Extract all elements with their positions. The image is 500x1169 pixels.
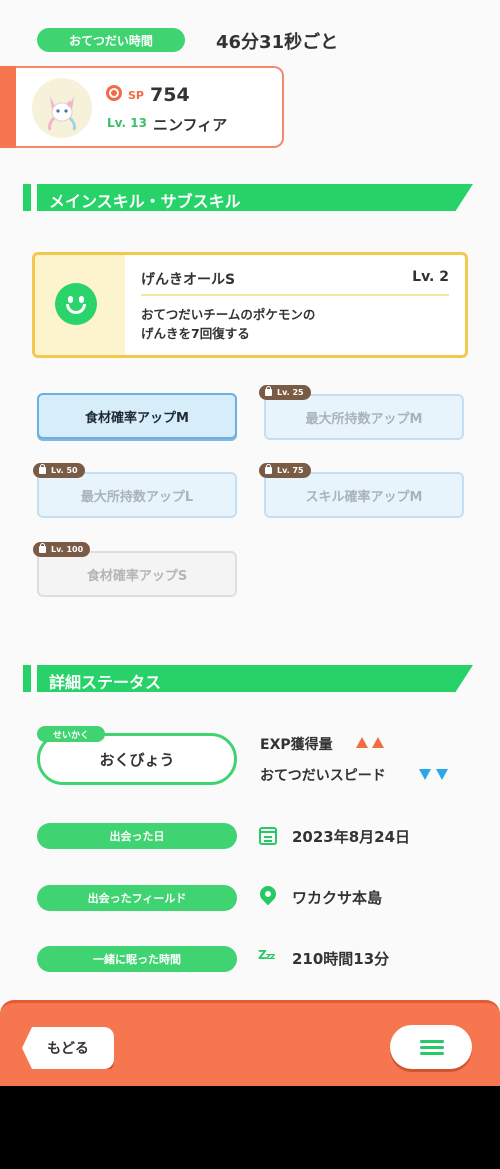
main-skill-desc-line1: おてつだいチームのポケモンの [141,307,316,322]
met-field-value: ワカクサ本島 [292,889,383,907]
sleep-zzz-icon: Zzz [258,948,275,962]
lock-icon [39,543,46,553]
lock-badge-lv100: Lv. 100 [33,542,91,557]
met-date-label: 出会った日 [37,823,237,849]
sp-label: SP [128,89,144,102]
sub-skill-5[interactable]: 食材確率アップS [37,551,237,597]
skills-section-header: メインスキル・サブスキル [23,184,473,211]
pokemon-name: ニンフィア [153,116,228,134]
met-date-value: 2023年8月24日 [292,828,411,846]
main-skill-icon-area [35,255,125,355]
main-skill-desc-line2: げんきを7回復する [141,326,250,341]
calendar-icon [259,827,277,845]
main-skill-name: げんきオールS [141,272,236,288]
sp-value: 754 [150,84,190,106]
help-time-label: おてつだい時間 [37,28,185,52]
back-button[interactable]: もどる [22,1027,114,1069]
sub-skill-4[interactable]: スキル確率アップM [264,472,464,518]
lock-badge-lv50: Lv. 50 [33,463,85,478]
nature-down-stat: おてつだいスピード [260,768,386,784]
bottom-bar: もどる [0,1000,500,1086]
menu-icon [420,1040,444,1043]
card-accent [0,66,16,148]
main-skill-description: おてつだいチームのポケモンの げんきを7回復する [141,305,315,343]
up-arrow-icon [356,737,368,748]
lock-level: Lv. 25 [277,388,304,397]
location-pin-icon [256,882,280,906]
lock-level: Lv. 100 [51,545,84,554]
up-arrow-icon [372,737,384,748]
sub-skill-2[interactable]: 最大所持数アップM [264,394,464,440]
met-field-label: 出会ったフィールド [37,885,237,911]
lock-icon [39,464,46,474]
pokeball-icon [106,85,122,101]
pokemon-detail-screen: おてつだい時間 46分31秒ごと SP 754 Lv. 13 ニンフィア メイン… [0,0,500,1086]
main-skill-card[interactable]: げんきオールS Lv. 2 おてつだいチームのポケモンの げんきを7回復する [32,252,468,358]
lock-icon [265,464,272,474]
smile-icon [55,283,97,325]
sub-skill-1[interactable]: 食材確率アップM [37,393,237,439]
details-section-header: 詳細ステータス [23,665,473,692]
pokemon-avatar [32,78,92,138]
down-arrow-icon [419,769,431,780]
lock-icon [265,386,272,396]
sylveon-icon [48,96,76,131]
divider [141,294,449,296]
main-skill-level: Lv. 2 [412,269,449,285]
help-time-value: 46分31秒ごと [216,32,339,53]
header-bar [23,665,31,692]
down-arrow-icon [436,769,448,780]
menu-button[interactable] [390,1025,472,1069]
lock-level: Lv. 75 [277,466,304,475]
pokemon-card[interactable]: SP 754 Lv. 13 ニンフィア [0,66,284,148]
details-section-title: 詳細ステータス [49,673,162,692]
nature-up-stat: EXP獲得量 [260,737,333,753]
sleep-time-label: 一緒に眠った時間 [37,946,237,972]
lock-level: Lv. 50 [51,466,78,475]
pokemon-level: Lv. 13 [107,116,147,130]
skills-section-title: メインスキル・サブスキル [49,192,241,211]
nature-tag: せいかく [37,726,105,742]
header-bar [23,184,31,211]
menu-icon [420,1052,444,1055]
sleep-time-value: 210時間13分 [292,950,390,968]
sub-skill-3[interactable]: 最大所持数アップL [37,472,237,518]
menu-icon [420,1046,444,1049]
lock-badge-lv75: Lv. 75 [259,463,311,478]
lock-badge-lv25: Lv. 25 [259,385,311,400]
